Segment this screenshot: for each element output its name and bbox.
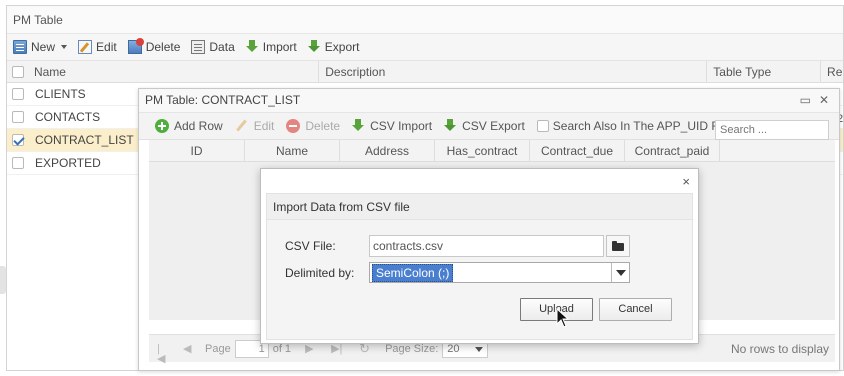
delimiter-row: Delimited by: SemiColon (;) — [285, 262, 630, 283]
remove-icon — [286, 119, 301, 133]
cancel-button[interactable]: Cancel — [599, 298, 672, 321]
window-title: PM Table — [7, 6, 843, 34]
panel-title-bar: PM Table: CONTRACT_LIST ▭ ✕ — [139, 89, 839, 112]
delete-icon — [127, 38, 144, 54]
edit-row-button[interactable]: Edit — [235, 119, 275, 133]
column-header-contract-paid[interactable]: Contract_paid — [625, 140, 720, 162]
column-header-name[interactable]: Name — [28, 60, 320, 83]
row-checkbox-checked[interactable] — [12, 134, 24, 146]
delete-label: Delete — [145, 40, 181, 54]
data-button[interactable]: Data — [191, 40, 235, 54]
column-header-address[interactable]: Address — [340, 140, 435, 162]
import-icon — [245, 40, 259, 54]
data-icon — [191, 40, 206, 54]
add-row-button[interactable]: Add Row — [155, 119, 223, 133]
add-row-label: Add Row — [174, 119, 223, 133]
delete-row-button[interactable]: Delete — [286, 119, 340, 133]
next-page-icon[interactable]: ▶ — [305, 343, 315, 354]
page-label: Page — [205, 342, 231, 355]
csv-file-field[interactable]: contracts.csv — [369, 235, 604, 257]
row-name: CLIENTS — [35, 87, 86, 101]
column-header-description[interactable]: Description — [319, 60, 708, 83]
import-form-panel: Import Data from CSV file CSV File: cont… — [266, 193, 693, 340]
column-header-name[interactable]: Name — [245, 140, 340, 162]
export-icon — [307, 40, 321, 54]
row-checkbox[interactable] — [12, 157, 24, 169]
import-icon — [352, 119, 365, 133]
select-all-cell — [7, 61, 28, 83]
import-csv-dialog: × Import Data from CSV file CSV File: co… — [260, 168, 699, 344]
csv-import-label: CSV Import — [370, 119, 433, 133]
column-header-table-type[interactable]: Table Type — [707, 60, 822, 83]
maximize-icon[interactable]: ▭ — [800, 89, 811, 112]
edit-icon — [78, 40, 93, 54]
pencil-icon — [235, 119, 249, 133]
delimiter-label: Delimited by: — [285, 265, 355, 280]
delimiter-selected-value: SemiColon (;) — [372, 263, 454, 282]
import-label: Import — [262, 40, 297, 54]
row-checkbox[interactable] — [12, 88, 24, 100]
first-page-icon[interactable]: |◀ — [157, 343, 167, 364]
search-app-uid-label: Search Also In The APP_UID Field — [552, 119, 738, 133]
close-icon[interactable]: × — [682, 174, 690, 189]
search-app-uid-option[interactable]: Search Also In The APP_UID Field — [536, 119, 738, 133]
csv-export-button[interactable]: CSV Export — [444, 119, 525, 133]
row-name: CONTRACT_LIST — [35, 133, 134, 147]
column-header-filler — [720, 140, 835, 162]
column-header-re[interactable]: Re — [821, 61, 843, 83]
new-icon — [13, 40, 27, 54]
previous-page-icon[interactable]: ◀ — [183, 343, 193, 354]
chevron-down-icon[interactable] — [611, 263, 629, 282]
edit-label: Edit — [96, 40, 117, 54]
folder-icon[interactable] — [606, 235, 630, 257]
data-label: Data — [209, 40, 235, 54]
new-label: New — [31, 40, 56, 54]
new-button[interactable]: New — [13, 40, 68, 54]
empty-rows-message: No rows to display — [730, 341, 829, 356]
edit-row-label: Edit — [253, 119, 275, 133]
csv-export-label: CSV Export — [462, 119, 525, 133]
chevron-down-icon — [61, 45, 68, 49]
last-page-icon[interactable]: ▶| — [331, 343, 342, 354]
main-grid-header: Name Description Table Type Re — [7, 60, 843, 83]
import-button[interactable]: Import — [245, 40, 297, 54]
panel-grid-header: ID Name Address Has_contract Contract_du… — [149, 140, 835, 162]
row-checkbox[interactable] — [12, 111, 24, 123]
delete-row-label: Delete — [305, 119, 341, 133]
delimiter-select[interactable]: SemiColon (;) — [369, 262, 630, 283]
delete-button[interactable]: Delete — [127, 38, 181, 54]
export-icon — [444, 119, 457, 133]
panel-title: PM Table: CONTRACT_LIST — [145, 93, 301, 107]
csv-file-row: CSV File: contracts.csv — [285, 235, 630, 257]
add-icon — [155, 119, 169, 133]
select-all-checkbox[interactable] — [12, 65, 24, 78]
page-count-label: of 1 — [272, 342, 292, 355]
row-name: CONTACTS — [35, 110, 101, 124]
export-button[interactable]: Export — [307, 40, 360, 54]
csv-import-button[interactable]: CSV Import — [352, 119, 432, 133]
column-header-id[interactable]: ID — [149, 140, 245, 162]
search-input[interactable] — [715, 120, 829, 140]
dialog-heading: Import Data from CSV file — [267, 194, 692, 220]
export-label: Export — [324, 40, 360, 54]
column-header-has-contract[interactable]: Has_contract — [435, 140, 530, 162]
main-toolbar: New Edit Delete Data Import Export — [7, 34, 843, 61]
edit-button[interactable]: Edit — [78, 40, 117, 54]
search-app-uid-checkbox[interactable] — [536, 120, 549, 132]
refresh-icon[interactable]: ↻ — [359, 342, 370, 355]
row-name: EXPORTED — [35, 156, 101, 170]
column-header-contract-due[interactable]: Contract_due — [530, 140, 625, 162]
page-size-label: Page Size: — [385, 342, 439, 355]
csv-file-label: CSV File: — [285, 239, 336, 253]
close-icon[interactable]: ✕ — [819, 89, 829, 112]
